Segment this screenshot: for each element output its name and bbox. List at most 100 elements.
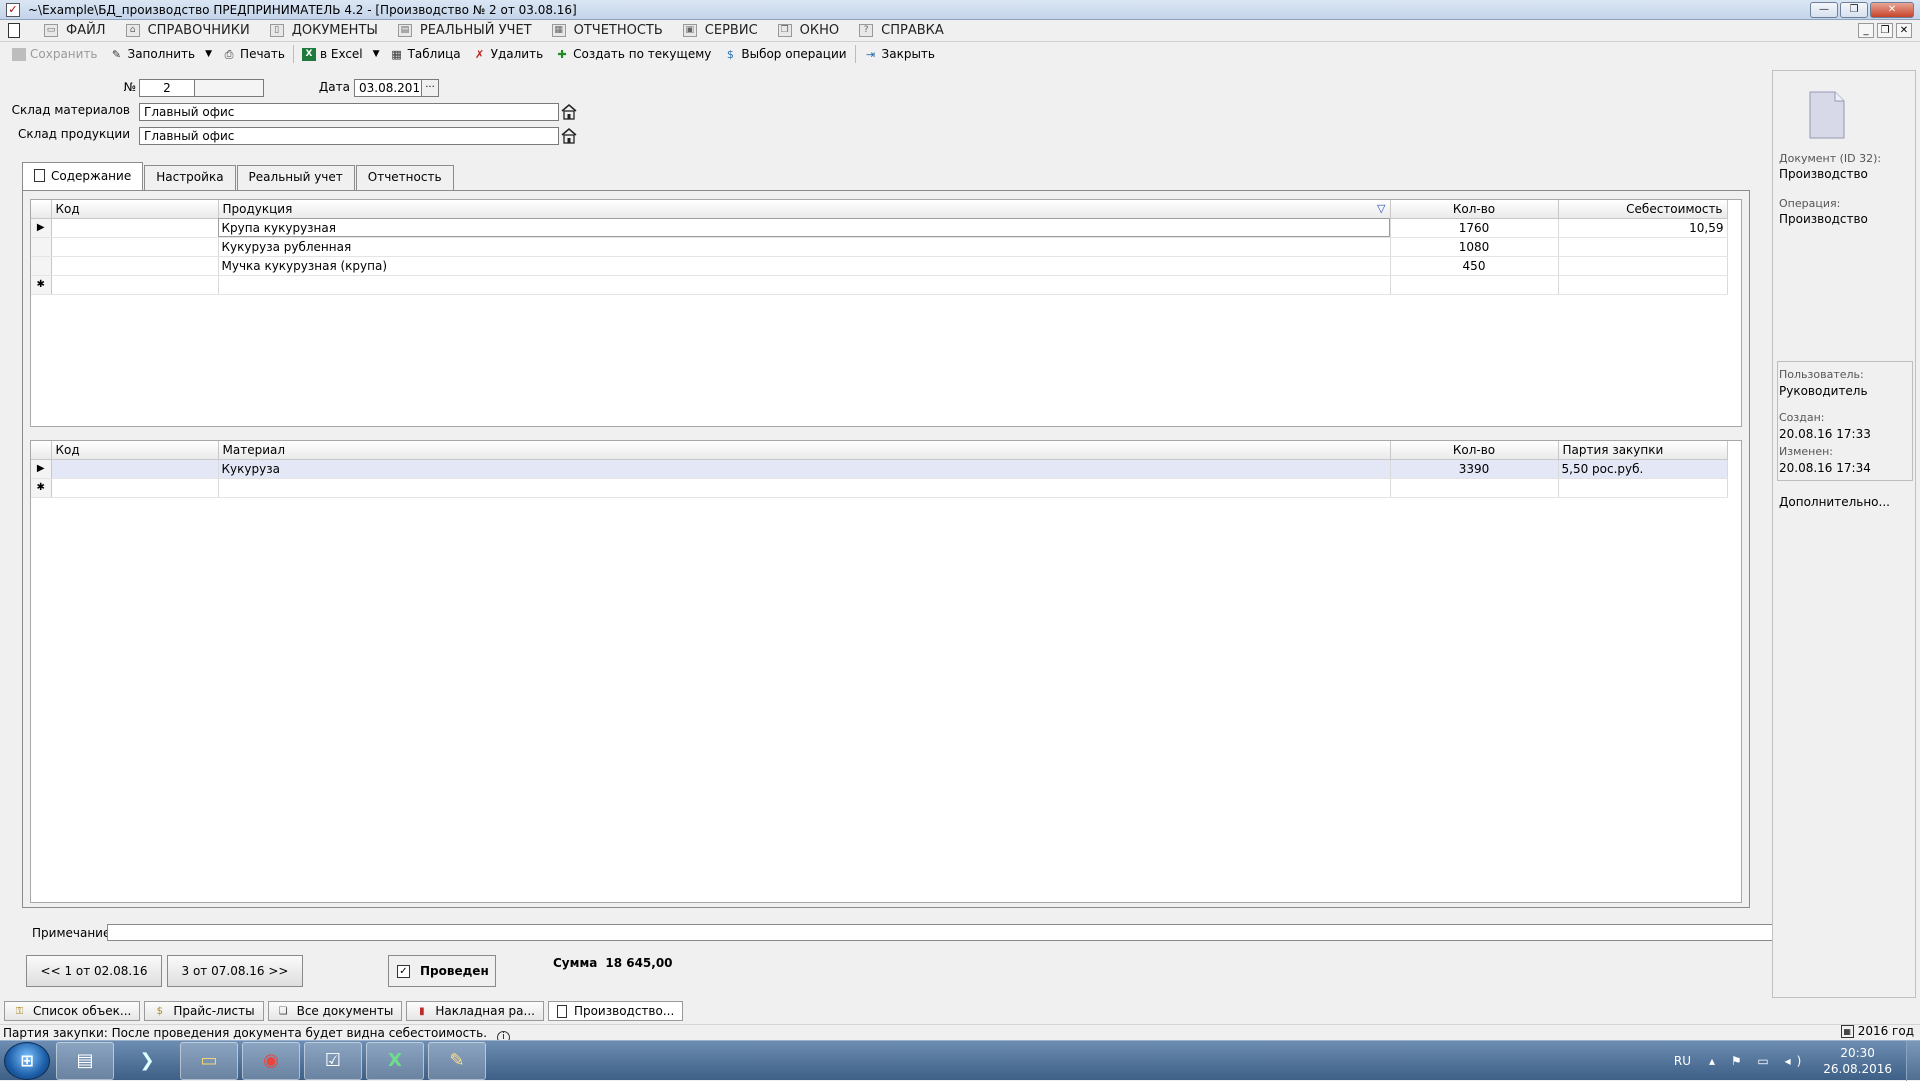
previous-document-button[interactable]: << 1 от 02.08.16	[26, 955, 162, 987]
materials-grid[interactable]: Код Материал Кол-во Партия закупки ▶ Кук…	[30, 440, 1742, 903]
cost-cell[interactable]	[1558, 256, 1728, 276]
close-button[interactable]: ⇥ Закрыть	[858, 44, 941, 64]
task-app-icon[interactable]: ☑	[304, 1041, 362, 1080]
print-button[interactable]: ⎙ Печать	[216, 44, 291, 64]
restore-button[interactable]: ❐	[1840, 2, 1868, 18]
new-row[interactable]: ✱	[31, 275, 1728, 295]
tab-real-accounting[interactable]: Реальный учет	[236, 165, 355, 190]
menu-window[interactable]: ❐ Окно	[768, 20, 849, 42]
menu-file[interactable]: ▭ Файл	[34, 20, 116, 42]
qty-cell[interactable]	[1390, 275, 1559, 295]
menu-help[interactable]: ? Справка	[849, 20, 954, 42]
column-header-qty[interactable]: Кол-во	[1390, 441, 1559, 460]
row-selector[interactable]	[31, 256, 52, 276]
create-from-current-button[interactable]: ✚ Создать по текущему	[549, 44, 717, 64]
fill-dropdown-button[interactable]: ▼	[201, 44, 216, 64]
code-cell[interactable]	[51, 256, 219, 276]
powershell-icon[interactable]: ❯	[118, 1042, 176, 1080]
code-cell[interactable]	[51, 218, 219, 238]
batch-cell[interactable]	[1558, 478, 1728, 498]
code-cell[interactable]	[51, 275, 219, 295]
column-header-code[interactable]: Код	[51, 200, 219, 219]
window-tab-production[interactable]: Производство...	[547, 1001, 684, 1021]
number-field[interactable]: 2	[139, 79, 195, 97]
number-suffix-field[interactable]	[194, 79, 264, 97]
column-header-batch[interactable]: Партия закупки	[1558, 441, 1728, 460]
qty-cell[interactable]: 3390	[1390, 459, 1559, 479]
show-desktop-button[interactable]	[1906, 1041, 1920, 1081]
table-row[interactable]: ▶ Крупа кукурузная 1760 10,59	[31, 218, 1728, 238]
mdi-restore-button[interactable]: ❐	[1877, 23, 1893, 38]
year-indicator[interactable]: ▦ 2016 год	[1840, 1024, 1914, 1038]
products-store-home-icon[interactable]	[560, 127, 578, 144]
app-check-icon[interactable]: ✓	[6, 2, 20, 17]
menu-real-accounting[interactable]: ▤ Реальный учет	[388, 20, 542, 42]
column-header-product[interactable]: Продукция ▽	[218, 200, 1391, 219]
window-tab-objects[interactable]: ⚿ Список объек...	[4, 1001, 141, 1021]
mdi-minimize-button[interactable]: _	[1858, 23, 1874, 38]
close-window-button[interactable]: ✕	[1870, 2, 1914, 18]
product-cell[interactable]: Мучка кукурузная (крупа)	[218, 256, 1391, 276]
posted-checkbox[interactable]: ✓	[397, 964, 410, 978]
next-document-button[interactable]: 3 от 07.08.16 >>	[167, 955, 303, 987]
qty-cell[interactable]: 450	[1390, 256, 1559, 276]
paint-icon[interactable]: ✎	[428, 1041, 486, 1080]
posted-toggle[interactable]: ✓ Проведен	[388, 955, 496, 987]
tab-content[interactable]: Содержание	[22, 162, 144, 190]
choose-operation-button[interactable]: $ Выбор операции	[717, 44, 852, 64]
filter-icon[interactable]: ▽	[1377, 202, 1385, 215]
language-indicator[interactable]: RU	[1674, 1054, 1691, 1068]
new-row[interactable]: ✱	[31, 478, 1728, 498]
column-header-code[interactable]: Код	[51, 441, 219, 460]
window-tab-invoice[interactable]: ▮ Накладная ра...	[406, 1001, 544, 1021]
column-header-qty[interactable]: Кол-во	[1390, 200, 1559, 219]
code-cell[interactable]	[51, 478, 219, 498]
chrome-icon[interactable]: ◉	[242, 1041, 300, 1080]
minimize-button[interactable]: —	[1810, 2, 1838, 18]
server-manager-icon[interactable]: ▤	[56, 1041, 114, 1080]
window-tab-price-lists[interactable]: $ Прайс-листы	[144, 1001, 264, 1021]
current-row-marker[interactable]: ▶	[31, 459, 52, 479]
table-row[interactable]: Кукуруза рубленная 1080	[31, 237, 1728, 257]
excel-icon[interactable]: X	[366, 1041, 424, 1080]
product-cell[interactable]	[218, 275, 1391, 295]
tab-reports[interactable]: Отчетность	[355, 165, 454, 190]
menu-references[interactable]: ⌂ Справочники	[116, 20, 260, 42]
current-row-marker[interactable]: ▶	[31, 218, 52, 238]
clock[interactable]: 20:30 26.08.2016	[1823, 1045, 1892, 1077]
delete-button[interactable]: ✗ Удалить	[467, 44, 550, 64]
table-row[interactable]: Мучка кукурузная (крупа) 450	[31, 256, 1728, 276]
save-button[interactable]: Сохранить	[6, 44, 104, 64]
cost-cell[interactable]: 10,59	[1558, 218, 1728, 238]
new-row-marker[interactable]: ✱	[31, 275, 52, 295]
products-store-field[interactable]: Главный офис	[139, 127, 559, 145]
code-cell[interactable]	[51, 459, 219, 479]
menu-reports[interactable]: ▦ Отчетность	[542, 20, 673, 42]
more-info-link[interactable]: Дополнительно...	[1779, 495, 1890, 509]
mdi-close-button[interactable]: ✕	[1896, 23, 1912, 38]
new-row-marker[interactable]: ✱	[31, 478, 52, 498]
row-selector[interactable]	[31, 237, 52, 257]
date-picker-button[interactable]: ···	[421, 79, 439, 97]
excel-button[interactable]: Xв Excel	[296, 44, 369, 64]
table-row[interactable]: ▶ Кукуруза 3390 5,50 рос.руб.	[31, 459, 1728, 479]
explorer-icon[interactable]: ▭	[180, 1041, 238, 1080]
tray-icons[interactable]: ▴ ⚑ ▭ ◂)	[1709, 1054, 1807, 1068]
code-cell[interactable]	[51, 237, 219, 257]
menu-documents[interactable]: ▯ Документы	[260, 20, 388, 42]
date-field[interactable]: 03.08.2016	[354, 79, 428, 97]
material-cell[interactable]: Кукуруза	[218, 459, 1391, 479]
materials-store-home-icon[interactable]	[560, 103, 578, 120]
window-tab-all-documents[interactable]: ❏ Все документы	[267, 1001, 403, 1021]
cost-cell[interactable]	[1558, 275, 1728, 295]
batch-cell[interactable]: 5,50 рос.руб.	[1558, 459, 1728, 479]
qty-cell[interactable]: 1080	[1390, 237, 1559, 257]
qty-cell[interactable]: 1760	[1390, 218, 1559, 238]
tab-settings[interactable]: Настройка	[144, 165, 236, 190]
material-cell[interactable]	[218, 478, 1391, 498]
fill-button[interactable]: ✎ Заполнить	[104, 44, 202, 64]
materials-store-field[interactable]: Главный офис	[139, 103, 559, 121]
column-header-material[interactable]: Материал	[218, 441, 1391, 460]
cost-cell[interactable]	[1558, 237, 1728, 257]
products-grid[interactable]: Код Продукция ▽ Кол-во Себестоимость ▶ Кр…	[30, 199, 1742, 427]
